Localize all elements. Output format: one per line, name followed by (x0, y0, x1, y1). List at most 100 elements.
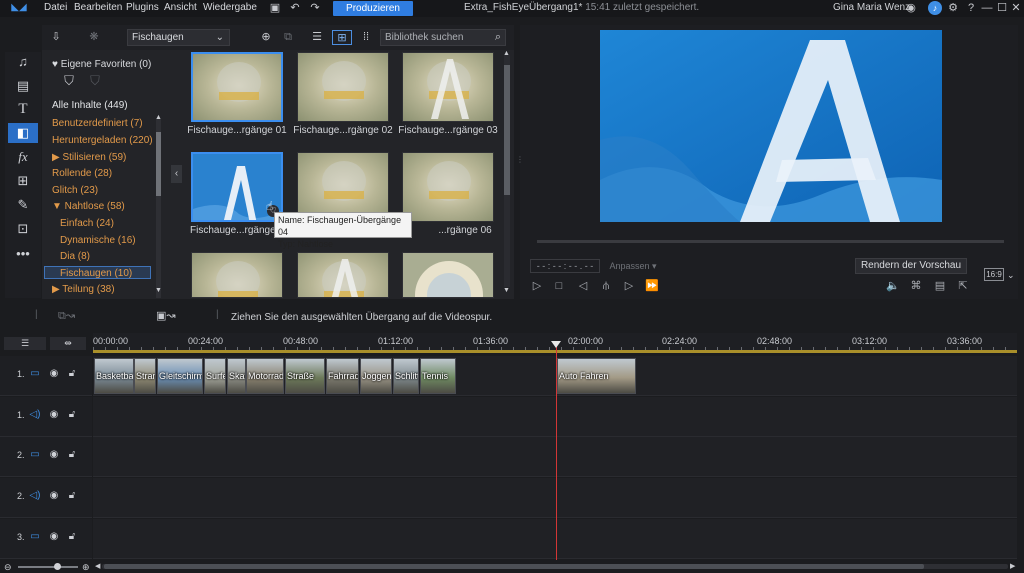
menu-ansicht[interactable]: Ansicht (164, 2, 197, 13)
media-room-icon[interactable]: ♫ (12, 52, 34, 72)
more-icon[interactable]: ••• (12, 244, 34, 264)
playhead-line[interactable] (556, 342, 557, 560)
stop-icon[interactable]: □ (551, 278, 567, 294)
ratio-chevron-icon[interactable]: ⌄ (1007, 270, 1015, 281)
scroll-up-icon[interactable]: ▲ (155, 114, 162, 121)
scroll-right-icon[interactable]: ▶ (1010, 562, 1015, 570)
pip-room-icon[interactable]: ⊡ (12, 219, 34, 239)
settings-gear-icon[interactable]: ⚙ (946, 1, 960, 15)
lock-icon[interactable]: 🔓︎ (65, 408, 79, 422)
video-clip[interactable]: Gleitschirm (157, 358, 203, 394)
aspect-ratio-button[interactable]: 16:9 (984, 268, 1004, 281)
previous-frame-icon[interactable]: ◁ (575, 278, 591, 294)
video-clip[interactable]: Straße (285, 358, 325, 394)
paint-room-icon[interactable]: ✎ (12, 195, 34, 215)
category-item[interactable]: Rollende (28) (52, 167, 156, 180)
transition-thumbnail[interactable] (297, 252, 389, 298)
visibility-eye-icon[interactable]: ◉ (47, 489, 61, 503)
lock-icon[interactable]: 🔓︎ (65, 448, 79, 462)
grid-scroll-up-icon[interactable]: ▲ (503, 50, 510, 57)
lock-icon[interactable]: 🔓︎ (65, 367, 79, 381)
video-clip[interactable]: Schlitten (393, 358, 419, 394)
transition-room-icon[interactable]: ◧ (8, 123, 38, 143)
grid-scrollbar[interactable] (504, 55, 510, 287)
maximize-icon[interactable]: ☐ (995, 1, 1009, 15)
all-content-item[interactable]: Alle Inhalte (449) (52, 100, 128, 111)
category-item[interactable]: Heruntergeladen (220) (52, 134, 156, 147)
add-favorite-icon[interactable]: ⛉ (60, 73, 78, 91)
track-header[interactable]: 3. ▭ ◉ 🔓︎ (0, 519, 92, 559)
lock-icon[interactable]: 🔓︎ (65, 489, 79, 503)
zoom-slider-handle[interactable] (54, 563, 61, 570)
video-clip[interactable]: Surfen (204, 358, 226, 394)
transition-thumbnail[interactable] (402, 152, 494, 222)
scroll-left-icon[interactable]: ◀ (95, 562, 100, 570)
category-item[interactable]: Fischaugen (10) (44, 266, 151, 279)
video-clip[interactable]: Fahrrad (326, 358, 359, 394)
category-item[interactable]: ▼ Nahtlose (58) (52, 200, 156, 213)
video-clip[interactable]: Strand (134, 358, 156, 394)
category-item[interactable]: Dia (8) (60, 250, 164, 263)
produce-button[interactable]: Produzieren (333, 1, 413, 16)
video-room-icon[interactable]: ▤ (12, 76, 34, 96)
transition-thumbnail[interactable] (191, 252, 283, 298)
visibility-eye-icon[interactable]: ◉ (47, 408, 61, 422)
track-lane[interactable] (93, 397, 1017, 437)
visibility-eye-icon[interactable]: ◉ (47, 530, 61, 544)
account-icon[interactable]: ◉ (904, 1, 918, 15)
audio-track-icon[interactable]: ◁) (28, 489, 42, 503)
fast-forward-icon[interactable]: ⏩ (644, 278, 660, 294)
undock-icon[interactable]: ⇱ (955, 278, 971, 294)
video-clip[interactable]: Tennis (420, 358, 456, 394)
timecode-display[interactable]: - - : - - : - - . - - (530, 259, 600, 273)
help-icon[interactable]: ? (964, 1, 978, 15)
menu-datei[interactable]: Datei (44, 2, 67, 13)
add-to-timeline-icon[interactable]: ⊕ (258, 30, 274, 45)
snapshot-icon[interactable]: ⌘ (908, 278, 924, 294)
video-clip[interactable]: Basketball (94, 358, 134, 394)
transition-thumbnail[interactable] (191, 52, 283, 122)
effects-room-icon[interactable]: fx (12, 147, 34, 167)
zoom-out-icon[interactable]: ⊖ (4, 562, 12, 573)
grid-scroll-down-icon[interactable]: ▼ (503, 287, 510, 294)
favorites-row[interactable]: ♥ Eigene Favoriten (0) (52, 59, 151, 70)
scroll-down-icon[interactable]: ▼ (155, 287, 162, 294)
video-track-icon[interactable]: ▭ (28, 367, 42, 381)
undo-icon[interactable]: ↶ (288, 1, 302, 15)
list-view-icon[interactable]: ☰ (306, 30, 328, 45)
play-icon[interactable]: ▷ (529, 278, 545, 294)
video-track-icon[interactable]: ▭ (28, 448, 42, 462)
audio-track-icon[interactable]: ◁) (28, 408, 42, 422)
category-dropdown[interactable]: Fischaugen ⌄ (127, 29, 230, 46)
visibility-eye-icon[interactable]: ◉ (47, 367, 61, 381)
video-track-icon[interactable]: ▭ (28, 530, 42, 544)
save-icon[interactable]: ▣ (268, 1, 282, 15)
category-item[interactable]: Glitch (23) (52, 184, 156, 197)
timeline-scroll-thumb[interactable] (104, 564, 924, 569)
library-search-input[interactable]: Bibliothek suchen ⌕ (380, 29, 506, 46)
split-icon[interactable]: ⫛ (598, 278, 614, 294)
playhead-handle[interactable] (551, 341, 561, 348)
category-item[interactable]: Benutzerdefiniert (7) (52, 117, 156, 130)
visibility-eye-icon[interactable]: ◉ (47, 448, 61, 462)
volume-icon[interactable]: 🔈 (885, 278, 901, 294)
menu-bearbeiten[interactable]: Bearbeiten (74, 2, 122, 13)
menu-plugins[interactable]: Plugins (126, 2, 159, 13)
video-clip[interactable]: Motorrad (246, 358, 284, 394)
transition-thumbnail[interactable] (297, 52, 389, 122)
grid-view-icon[interactable]: ⊞ (332, 30, 352, 45)
track-header[interactable]: 2. ▭ ◉ 🔓︎ (0, 437, 92, 477)
track-header[interactable]: 2. ◁) ◉ 🔓︎ (0, 478, 92, 518)
video-clip[interactable]: Joggen (360, 358, 392, 394)
category-item[interactable]: ▶ Teilung (38) (52, 283, 156, 296)
notification-icon[interactable]: ♪ (928, 1, 942, 15)
track-header[interactable]: 1. ◁) ◉ 🔓︎ (0, 397, 92, 437)
redo-icon[interactable]: ↷ (308, 1, 322, 15)
subtitle-icon[interactable]: ▤ (932, 278, 948, 294)
grid-scroll-thumb[interactable] (504, 65, 510, 195)
tree-scrollbar[interactable] (156, 118, 161, 298)
track-lane[interactable] (93, 437, 1017, 477)
zoom-in-icon[interactable]: ⊕ (82, 562, 90, 573)
video-clip[interactable]: Skaten (227, 358, 246, 394)
panel-splitter-handle[interactable]: ⋮ (516, 155, 524, 165)
